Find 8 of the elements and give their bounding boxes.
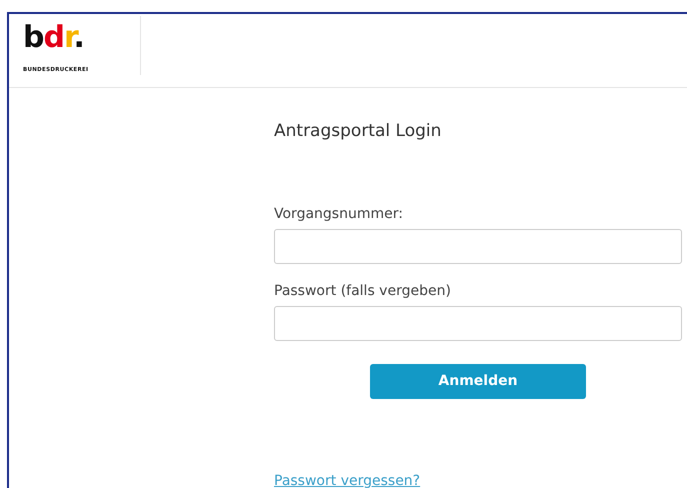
- input-field[interactable]: [274, 306, 682, 341]
- forgot-password-link[interactable]: Passwort vergessen?: [274, 473, 420, 488]
- login-button[interactable]: Anmelden: [370, 364, 586, 399]
- page-title: Antragsportal Login: [274, 121, 442, 142]
- input-field[interactable]: [274, 229, 682, 264]
- field-label: Passwort (falls vergeben): [274, 282, 451, 301]
- logo: bdr.: [23, 25, 84, 51]
- field-label: Vorgangsnummer:: [274, 205, 403, 224]
